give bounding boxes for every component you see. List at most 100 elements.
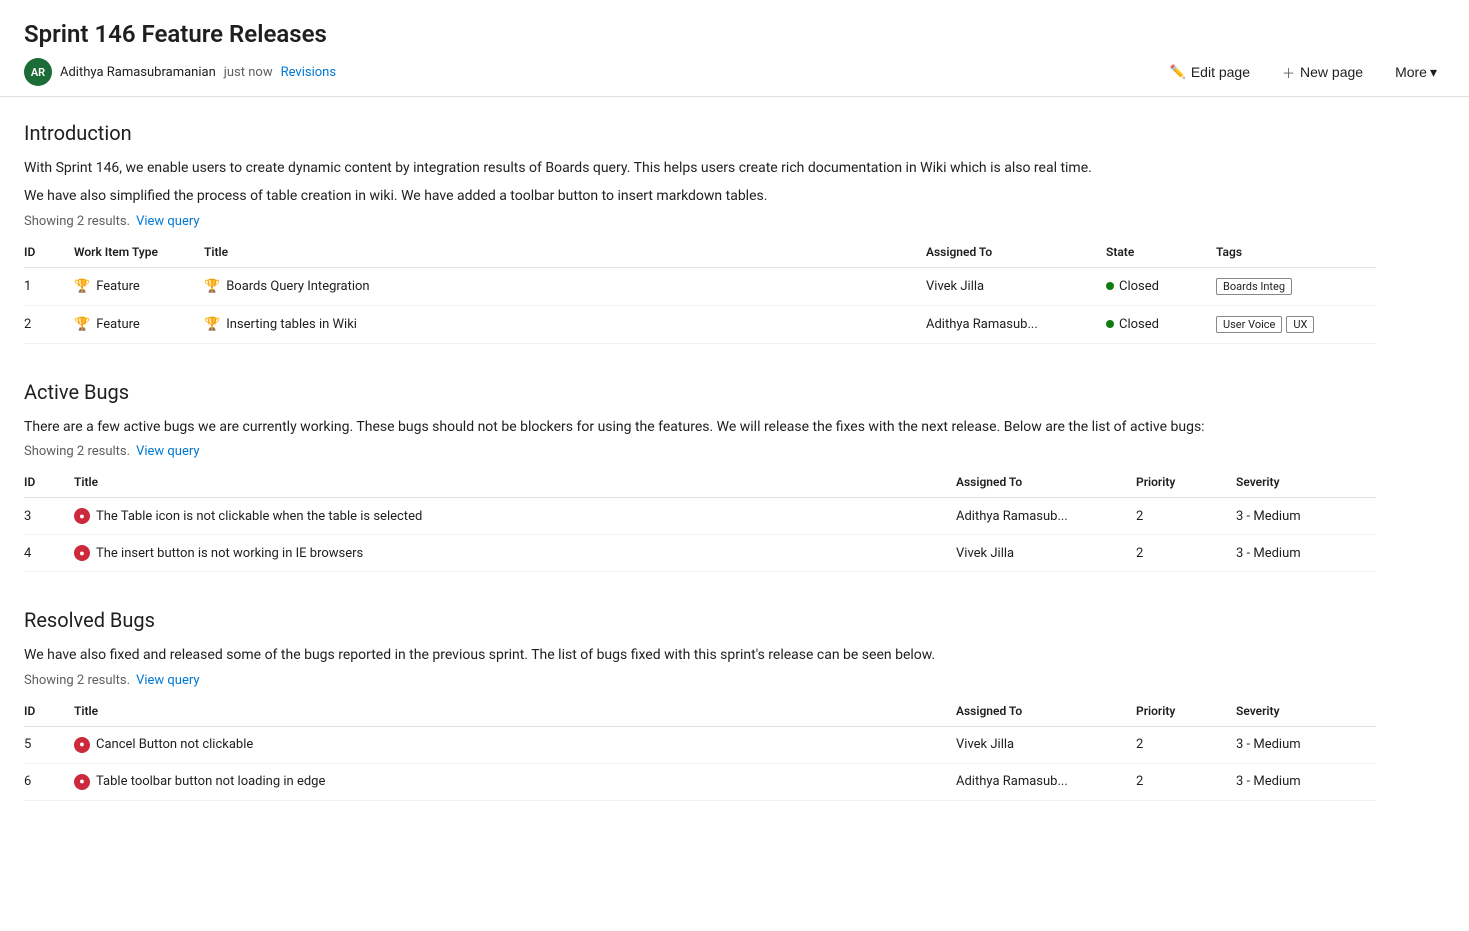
resolved-bugs-view-query-link[interactable]: View query [136,673,199,688]
cell-severity: 3 - Medium [1236,498,1376,535]
bug-icon: ● [74,545,90,561]
introduction-heading: Introduction [24,121,1376,145]
state-dot [1106,282,1114,290]
cell-severity: 3 - Medium [1236,763,1376,800]
cell-priority: 2 [1136,498,1236,535]
bug-icon: ● [74,774,90,790]
meta-right: ✏️ Edit page ＋ New page More ▾ [1162,59,1445,86]
col-header-title-bugs: Title [74,467,956,498]
cell-priority: 2 [1136,726,1236,763]
table-row: 1🏆Feature🏆Boards Query IntegrationVivek … [24,267,1376,305]
introduction-results-text: Showing 2 results. [24,214,130,229]
cell-assigned: Adithya Ramasub... [956,498,1136,535]
cell-id: 2 [24,305,74,343]
introduction-section: Introduction With Sprint 146, we enable … [24,121,1376,344]
active-bugs-section: Active Bugs There are a few active bugs … [24,380,1376,572]
col-header-id-resolved: ID [24,696,74,727]
cell-title: ●Cancel Button not clickable [74,726,956,763]
table-row: 2🏆Feature🏆Inserting tables in WikiAdithy… [24,305,1376,343]
bug-icon: ● [74,508,90,524]
col-header-assigned-resolved: Assigned To [956,696,1136,727]
introduction-para-1: With Sprint 146, we enable users to crea… [24,157,1376,179]
cell-id: 3 [24,498,74,535]
meta-bar: AR Adithya Ramasubramanian just now Revi… [24,58,1445,96]
feature-icon-title: 🏆 [204,279,220,294]
meta-left: AR Adithya Ramasubramanian just now Revi… [24,58,336,86]
resolved-bugs-table-header: ID Title Assigned To Priority Severity [24,696,1376,727]
edit-page-button[interactable]: ✏️ Edit page [1162,60,1258,84]
feature-icon-title: 🏆 [204,317,220,332]
cell-state: Closed [1106,267,1216,305]
cell-title: ●Table toolbar button not loading in edg… [74,763,956,800]
cell-id: 1 [24,267,74,305]
col-header-title-resolved: Title [74,696,956,727]
resolved-bugs-table: ID Title Assigned To Priority Severity 5… [24,696,1376,801]
cell-type: 🏆Feature [74,305,204,343]
introduction-results-bar: Showing 2 results. View query [24,214,1376,229]
cell-title: 🏆Inserting tables in Wiki [204,305,926,343]
tag-badge: UX [1286,316,1314,333]
col-header-priority-bugs: Priority [1136,467,1236,498]
state-dot [1106,320,1114,328]
introduction-table: ID Work Item Type Title Assigned To Stat… [24,237,1376,344]
cell-tags: User VoiceUX [1216,305,1376,343]
timestamp: just now [224,65,273,80]
table-row: 6●Table toolbar button not loading in ed… [24,763,1376,800]
avatar: AR [24,58,52,86]
active-bugs-results-bar: Showing 2 results. View query [24,444,1376,459]
cell-id: 4 [24,535,74,572]
col-header-type: Work Item Type [74,237,204,268]
page-content: Introduction With Sprint 146, we enable … [0,97,1400,877]
col-header-state: State [1106,237,1216,268]
tag-badge: User Voice [1216,316,1282,333]
cell-tags: Boards Integ [1216,267,1376,305]
cell-id: 6 [24,763,74,800]
cell-severity: 3 - Medium [1236,535,1376,572]
cell-id: 5 [24,726,74,763]
col-header-id-bugs: ID [24,467,74,498]
col-header-assigned-bugs: Assigned To [956,467,1136,498]
resolved-bugs-heading: Resolved Bugs [24,608,1376,632]
page-header: Sprint 146 Feature Releases AR Adithya R… [0,0,1469,97]
feature-icon: 🏆 [74,279,90,294]
more-button[interactable]: More ▾ [1387,60,1445,85]
col-header-title: Title [204,237,926,268]
col-header-id: ID [24,237,74,268]
introduction-view-query-link[interactable]: View query [136,214,199,229]
plus-icon: ＋ [1282,63,1295,82]
col-header-severity-bugs: Severity [1236,467,1376,498]
active-bugs-table-header: ID Title Assigned To Priority Severity [24,467,1376,498]
table-row: 5●Cancel Button not clickableVivek Jilla… [24,726,1376,763]
pencil-icon: ✏️ [1170,64,1186,80]
cell-assigned: Vivek Jilla [926,267,1106,305]
new-page-button[interactable]: ＋ New page [1274,59,1371,86]
resolved-bugs-para: We have also fixed and released some of … [24,644,1376,666]
cell-assigned: Vivek Jilla [956,726,1136,763]
col-header-priority-resolved: Priority [1136,696,1236,727]
cell-severity: 3 - Medium [1236,726,1376,763]
cell-title: ●The Table icon is not clickable when th… [74,498,956,535]
active-bugs-results-text: Showing 2 results. [24,444,130,459]
tag-badge: Boards Integ [1216,278,1292,295]
revisions-link[interactable]: Revisions [281,65,336,80]
col-header-severity-resolved: Severity [1236,696,1376,727]
active-bugs-table: ID Title Assigned To Priority Severity 3… [24,467,1376,572]
active-bugs-para: There are a few active bugs we are curre… [24,416,1376,438]
cell-type: 🏆Feature [74,267,204,305]
cell-priority: 2 [1136,535,1236,572]
author-name: Adithya Ramasubramanian [60,65,216,80]
cell-title: ●The insert button is not working in IE … [74,535,956,572]
resolved-bugs-section: Resolved Bugs We have also fixed and rel… [24,608,1376,800]
feature-icon: 🏆 [74,317,90,332]
bug-icon: ● [74,737,90,753]
page-title: Sprint 146 Feature Releases [24,20,1445,48]
cell-assigned: Adithya Ramasub... [956,763,1136,800]
cell-title: 🏆Boards Query Integration [204,267,926,305]
active-bugs-view-query-link[interactable]: View query [136,444,199,459]
introduction-table-header: ID Work Item Type Title Assigned To Stat… [24,237,1376,268]
col-header-tags: Tags [1216,237,1376,268]
resolved-bugs-results-text: Showing 2 results. [24,673,130,688]
cell-state: Closed [1106,305,1216,343]
col-header-assigned: Assigned To [926,237,1106,268]
cell-assigned: Adithya Ramasub... [926,305,1106,343]
